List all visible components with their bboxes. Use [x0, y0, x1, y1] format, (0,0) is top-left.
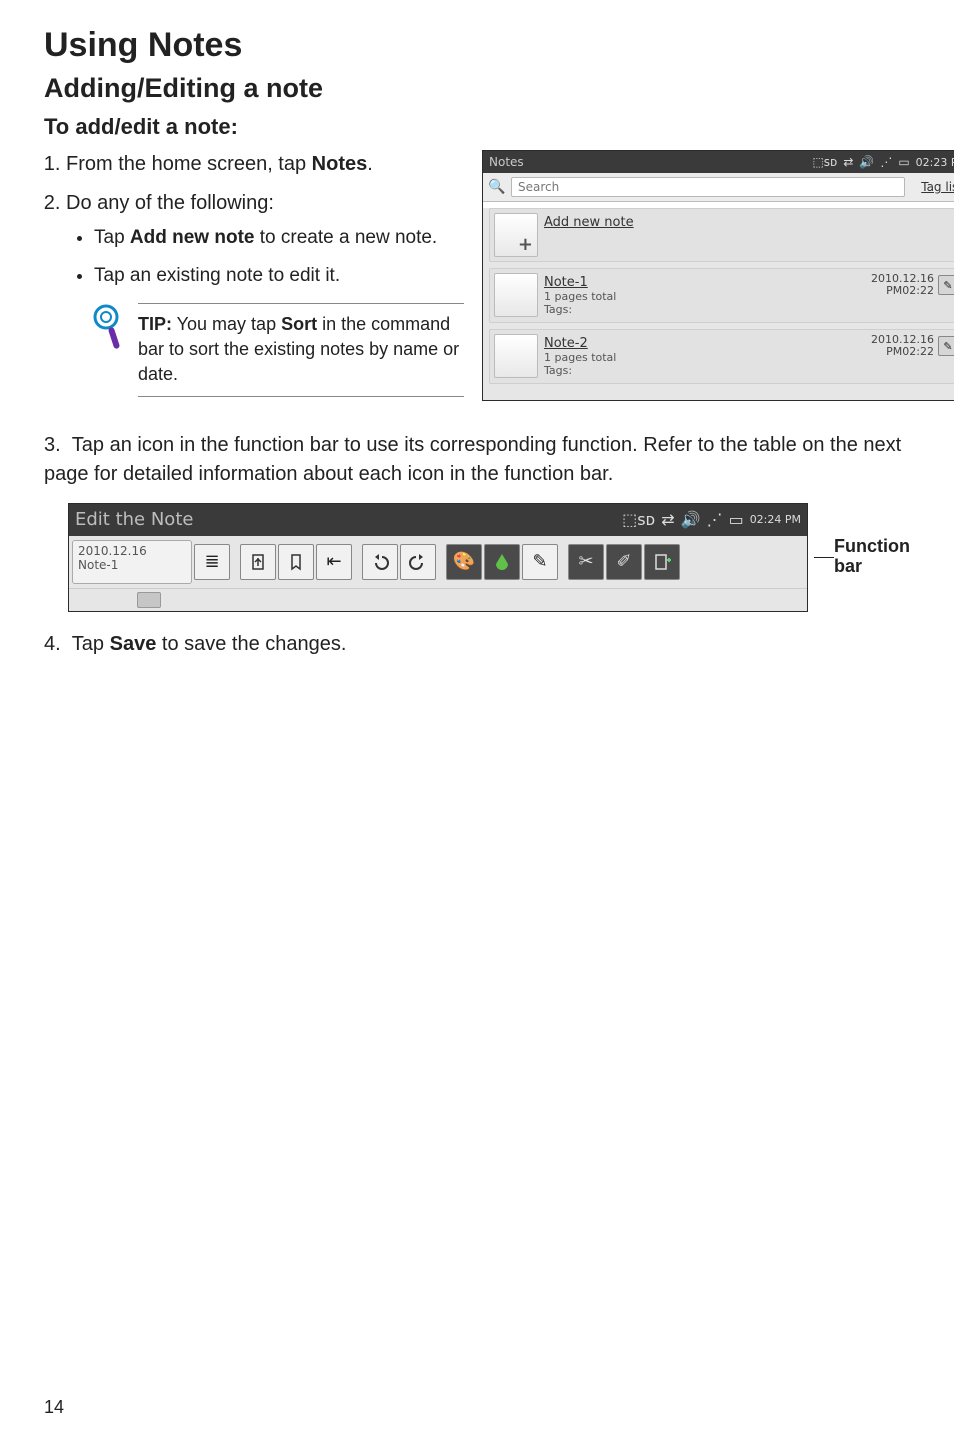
insert-page-icon[interactable]: [240, 544, 276, 580]
edit-note-icon[interactable]: ✎: [938, 275, 954, 295]
note-thumb-icon: [494, 273, 538, 317]
app-title: Notes: [489, 155, 524, 169]
color-icon[interactable]: [484, 544, 520, 580]
note-row[interactable]: Note-1 1 pages total Tags: 2010.12.16 PM…: [489, 268, 954, 323]
redo-icon[interactable]: [400, 544, 436, 580]
wifi-icon: ⋰: [707, 510, 723, 529]
notes-app-screenshot: Notes ⬚ѕᴅ ⇄ 🔊 ⋰ ▭ 02:23 PM 🔍 Search Tag …: [482, 150, 954, 401]
pen-icon[interactable]: ✎: [522, 544, 558, 580]
page-number: 14: [44, 1397, 64, 1418]
step-number: 3.: [44, 434, 72, 456]
tip-label: TIP:: [138, 314, 172, 334]
note-title: Note-1: [544, 275, 865, 290]
sound-icon: 🔊: [859, 155, 874, 169]
note-tags: Tags:: [544, 303, 865, 316]
step-1: From the home screen, tap Notes.: [66, 150, 464, 179]
note-tags: Tags:: [544, 364, 865, 377]
bookmark-icon[interactable]: [278, 544, 314, 580]
sd-icon: ⬚ѕᴅ: [812, 155, 837, 169]
note-pages: 1 pages total: [544, 351, 865, 364]
network-icon: ⇄: [843, 155, 853, 169]
magnifier-tip-icon: [92, 303, 126, 360]
edit-note-icon[interactable]: ✎: [938, 336, 954, 356]
scroll-thumb[interactable]: [137, 592, 161, 608]
step-text-tail: .: [367, 153, 373, 175]
step-3-text: Tap an icon in the function bar to use i…: [44, 434, 901, 485]
palette-icon[interactable]: 🎨: [446, 544, 482, 580]
network-icon: ⇄: [661, 510, 674, 529]
tag-list-link[interactable]: Tag list: [911, 180, 954, 194]
note-row[interactable]: Note-2 1 pages total Tags: 2010.12.16 PM…: [489, 329, 954, 384]
outdent-icon[interactable]: ⇤: [316, 544, 352, 580]
note-pages: 1 pages total: [544, 290, 865, 303]
step-text: From the home screen, tap: [66, 153, 312, 175]
page-title: Using Notes: [44, 26, 910, 65]
battery-icon: ▭: [729, 510, 744, 529]
note-title: Note-2: [544, 336, 865, 351]
battery-icon: ▭: [898, 155, 909, 169]
wifi-icon: ⋰: [880, 155, 892, 169]
draw-icon[interactable]: ✐: [606, 544, 642, 580]
list-icon[interactable]: ≣: [194, 544, 230, 580]
tip-box: TIP: You may tap Sort in the command bar…: [92, 303, 464, 397]
sound-icon: 🔊: [681, 510, 701, 529]
step-text: Do any of the following:: [66, 192, 274, 214]
add-note-label: Add new note: [544, 215, 954, 230]
function-bar-callout: Function bar: [814, 537, 910, 577]
subsection-title: To add/edit a note:: [44, 114, 910, 140]
step-number: 4.: [44, 633, 72, 655]
add-page-icon[interactable]: [644, 544, 680, 580]
step-text-bold: Notes: [312, 153, 368, 175]
substep-2: Tap an existing note to edit it.: [94, 262, 464, 290]
clock: 02:24 PM: [750, 513, 801, 526]
section-title: Adding/Editing a note: [44, 73, 910, 104]
cut-icon[interactable]: ✂: [568, 544, 604, 580]
app-title: Edit the Note: [75, 509, 193, 530]
note-thumb-icon: [494, 334, 538, 378]
note-time: PM02:22: [871, 285, 934, 297]
note-title-box[interactable]: 2010.12.16 Note-1: [72, 540, 192, 584]
horizontal-scrollbar[interactable]: [69, 588, 807, 611]
search-input[interactable]: Search: [511, 177, 905, 197]
undo-icon[interactable]: [362, 544, 398, 580]
function-bar: 2010.12.16 Note-1 ≣ ⇤ 🎨 ✎ ✂ ✐: [69, 536, 807, 588]
sd-icon: ⬚ѕᴅ: [622, 510, 655, 529]
search-icon[interactable]: 🔍: [483, 179, 511, 195]
edit-note-screenshot: Edit the Note ⬚ѕᴅ ⇄ 🔊 ⋰ ▭ 02:24 PM 2010.…: [68, 503, 808, 612]
substep-1: Tap Add new note to create a new note.: [94, 224, 464, 252]
add-note-thumb-icon: +: [494, 213, 538, 257]
add-new-note-row[interactable]: + Add new note: [489, 208, 954, 262]
step-2: Do any of the following: Tap Add new not…: [66, 189, 464, 397]
clock: 02:23 PM: [916, 156, 954, 169]
note-time: PM02:22: [871, 346, 934, 358]
